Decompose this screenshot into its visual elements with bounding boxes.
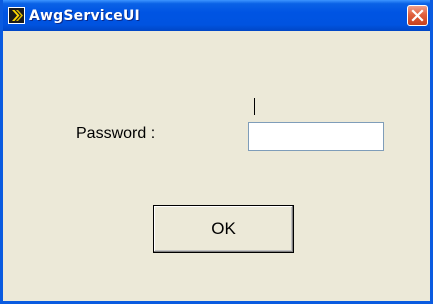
- dialog-window: AwgServiceUI Password : OK: [0, 0, 433, 304]
- window-title: AwgServiceUI: [29, 8, 140, 24]
- app-arrow-icon: [8, 7, 25, 24]
- ok-button[interactable]: OK: [153, 205, 294, 253]
- password-label: Password :: [76, 125, 156, 142]
- close-button[interactable]: [407, 5, 428, 26]
- title-bar[interactable]: AwgServiceUI: [3, 0, 430, 31]
- close-icon: [411, 9, 424, 22]
- password-input[interactable]: [248, 122, 384, 151]
- text-caret: [254, 98, 255, 115]
- dialog-body: Password : OK: [3, 31, 430, 301]
